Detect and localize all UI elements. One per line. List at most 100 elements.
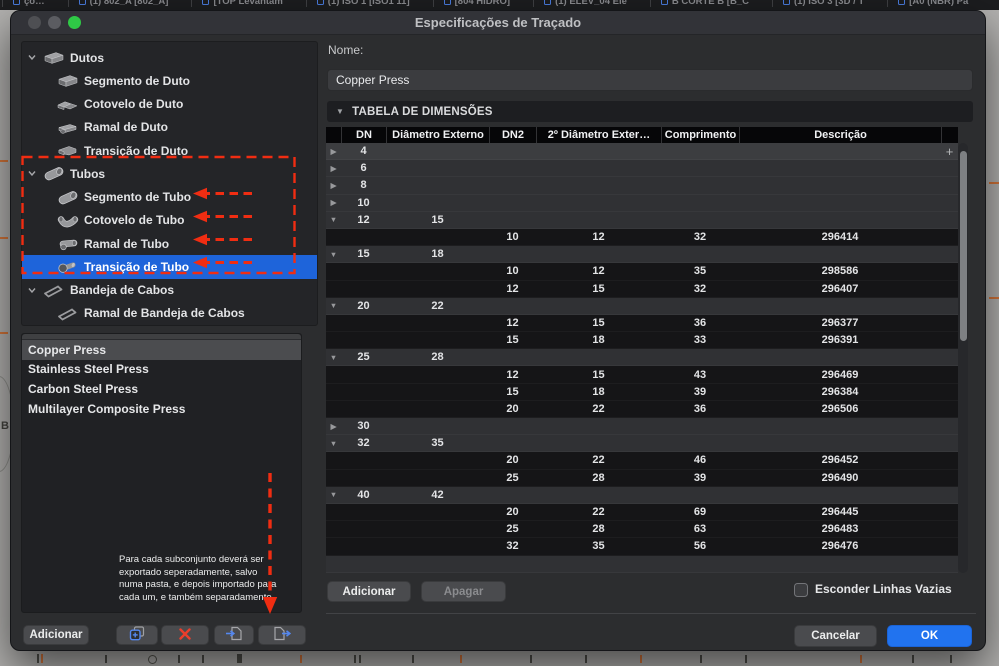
table-row[interactable]: 20 22 46 296452: [326, 452, 958, 470]
table-row[interactable]: 15 18 33 296391: [326, 332, 958, 350]
table-row[interactable]: 25 28 63 296483: [326, 521, 958, 539]
table-row[interactable]: 15 18 39 296384: [326, 383, 958, 401]
hide-empty-lines-checkbox[interactable]: [794, 583, 808, 597]
footer-divider: [326, 613, 976, 614]
table-row[interactable]: ▼ 15 18: [326, 246, 958, 264]
close-button[interactable]: [28, 16, 41, 29]
table-row[interactable]: ▶ 8: [326, 177, 958, 195]
tree-item-ramal-de-bandeja-de-cabos[interactable]: Ramal de Bandeja de Cabos: [22, 302, 317, 325]
tree-item-cotovelo-de-duto[interactable]: Cotovelo de Duto: [22, 93, 317, 116]
sheet-icon: [78, 0, 86, 5]
row-disclosure-icon[interactable]: ▶: [326, 147, 341, 156]
zoom-button[interactable]: [68, 16, 81, 29]
table-scrollbar[interactable]: [958, 143, 968, 573]
table-row[interactable]: 10 12 35 298586: [326, 263, 958, 281]
table-row[interactable]: ▼ 32 35: [326, 435, 958, 453]
page-title: Especificações de Traçado: [414, 15, 582, 30]
column-header-dn[interactable]: DN: [341, 127, 386, 143]
add-spec-button[interactable]: Adicionar: [23, 625, 89, 645]
table-body: ▶ 4 + ▶ 6 ▶ 8 ▶ 10 ▼ 12 15 10 12 32 2964…: [326, 143, 958, 573]
background-tab[interactable]: [A0 (NBR) Pa: [887, 0, 968, 7]
export-button[interactable]: [258, 625, 306, 645]
background-tab[interactable]: (1) ISO 3 [3D / T: [771, 0, 864, 7]
tree-item-transicao-de-duto[interactable]: Transição de Duto: [22, 139, 317, 162]
name-input[interactable]: [327, 69, 973, 91]
column-header-descricao[interactable]: Descrição: [739, 127, 941, 143]
duct-elbow-icon: [56, 97, 80, 112]
sheet-icon: [13, 0, 20, 5]
row-disclosure-icon[interactable]: ▶: [326, 422, 341, 431]
background-tab[interactable]: [804 HIDRO]: [432, 0, 510, 7]
ok-button[interactable]: OK: [887, 625, 972, 647]
spec-list-item-multilayer-composite-press[interactable]: Multilayer Composite Press: [22, 399, 301, 419]
add-dimension-row-button[interactable]: Adicionar: [327, 581, 411, 602]
export-icon: [273, 626, 292, 644]
table-header-row: DN Diâmetro Externo DN2 2º Diâmetro Exte…: [326, 127, 958, 143]
column-header-diametro-externo[interactable]: Diâmetro Externo: [386, 127, 489, 143]
background-tab[interactable]: [TOP Levantam: [191, 0, 283, 7]
tree-item-dutos[interactable]: Dutos: [22, 46, 317, 69]
tree-item-ramal-de-duto[interactable]: Ramal de Duto: [22, 116, 317, 139]
scrollbar-thumb[interactable]: [959, 151, 967, 341]
cable-tray-icon: [42, 283, 66, 298]
table-row[interactable]: 12 15 32 296407: [326, 280, 958, 298]
row-disclosure-icon[interactable]: ▼: [326, 301, 341, 310]
spec-list-item-stainless-steel-press[interactable]: Stainless Steel Press: [22, 360, 301, 380]
table-row[interactable]: 12 15 43 296469: [326, 366, 958, 384]
spec-list-item-carbon-steel-press[interactable]: Carbon Steel Press: [22, 379, 301, 399]
table-row[interactable]: ▶ 6: [326, 160, 958, 178]
background-tab[interactable]: çõ…: [2, 0, 45, 7]
cancel-button[interactable]: Cancelar: [794, 625, 877, 647]
table-row[interactable]: ▶ 10: [326, 194, 958, 212]
delete-button[interactable]: [161, 625, 209, 645]
tree-item-segmento-de-tubo[interactable]: Segmento de Tubo: [22, 186, 317, 209]
table-row[interactable]: [326, 555, 958, 573]
background-tab[interactable]: (1) 802_A [802_A]: [67, 0, 168, 7]
row-disclosure-icon[interactable]: ▼: [326, 490, 341, 499]
table-row[interactable]: ▼ 40 42: [326, 486, 958, 504]
import-button[interactable]: [214, 625, 254, 645]
row-disclosure-icon[interactable]: ▶: [326, 181, 341, 190]
chevron-down-icon[interactable]: [22, 55, 42, 61]
row-disclosure-icon[interactable]: ▼: [326, 250, 341, 259]
background-tab[interactable]: B CORTE B [B_C: [649, 0, 749, 7]
disclosure-triangle-icon[interactable]: ▼: [336, 107, 344, 116]
table-row[interactable]: 25 28 39 296490: [326, 469, 958, 487]
table-row[interactable]: 32 35 56 296476: [326, 538, 958, 556]
table-row[interactable]: ▼ 12 15: [326, 211, 958, 229]
spec-list-item-copper-press[interactable]: Copper Press: [22, 340, 301, 360]
tree-item-bandeja-de-cabos[interactable]: Bandeja de Cabos: [22, 279, 317, 302]
table-row[interactable]: ▼ 25 28: [326, 349, 958, 367]
background-tab[interactable]: (1) ELEV_04 Ele: [533, 0, 627, 7]
minimize-button[interactable]: [48, 16, 61, 29]
table-row[interactable]: ▼ 20 22: [326, 297, 958, 315]
row-disclosure-icon[interactable]: ▶: [326, 198, 341, 207]
delete-dimension-row-button[interactable]: Apagar: [421, 581, 506, 602]
duplicate-button[interactable]: [116, 625, 158, 645]
row-disclosure-icon[interactable]: ▼: [326, 353, 341, 362]
row-disclosure-icon[interactable]: ▼: [326, 439, 341, 448]
add-row-icon[interactable]: +: [941, 144, 958, 159]
table-row[interactable]: 12 15 36 296377: [326, 314, 958, 333]
chevron-down-icon[interactable]: [22, 287, 42, 293]
column-header-comprimento[interactable]: Comprimento: [661, 127, 739, 143]
duplicate-icon: [128, 626, 146, 644]
table-row[interactable]: 20 22 69 296445: [326, 503, 958, 522]
chevron-down-icon[interactable]: [22, 171, 42, 177]
tree-item-ramal-de-tubo[interactable]: Ramal de Tubo: [22, 232, 317, 255]
row-disclosure-icon[interactable]: ▼: [326, 215, 341, 224]
column-header-2-diametro-externo[interactable]: 2º Diâmetro Exter…: [536, 127, 661, 143]
tree-item-cotovelo-de-tubo[interactable]: Cotovelo de Tubo: [22, 209, 317, 232]
table-row[interactable]: ▶ 4 +: [326, 143, 958, 161]
table-row[interactable]: ▶ 30: [326, 418, 958, 436]
row-disclosure-icon[interactable]: ▶: [326, 164, 341, 173]
tree-item-transicao-de-tubo[interactable]: Transição de Tubo: [22, 255, 317, 279]
table-row[interactable]: 10 12 32 296414: [326, 228, 958, 247]
tree-item-segmento-de-duto[interactable]: Segmento de Duto: [22, 69, 317, 92]
column-header-dn2[interactable]: DN2: [489, 127, 536, 143]
table-row[interactable]: 20 22 36 296506: [326, 400, 958, 418]
section-header-tabela-de-dimensoes[interactable]: ▼ TABELA DE DIMENSÕES: [327, 101, 973, 122]
background-tab[interactable]: (1) ISO 1 [ISO1 11]: [305, 0, 410, 7]
tree-item-tubos[interactable]: Tubos: [22, 162, 317, 185]
dimensions-table: DN Diâmetro Externo DN2 2º Diâmetro Exte…: [326, 127, 958, 573]
